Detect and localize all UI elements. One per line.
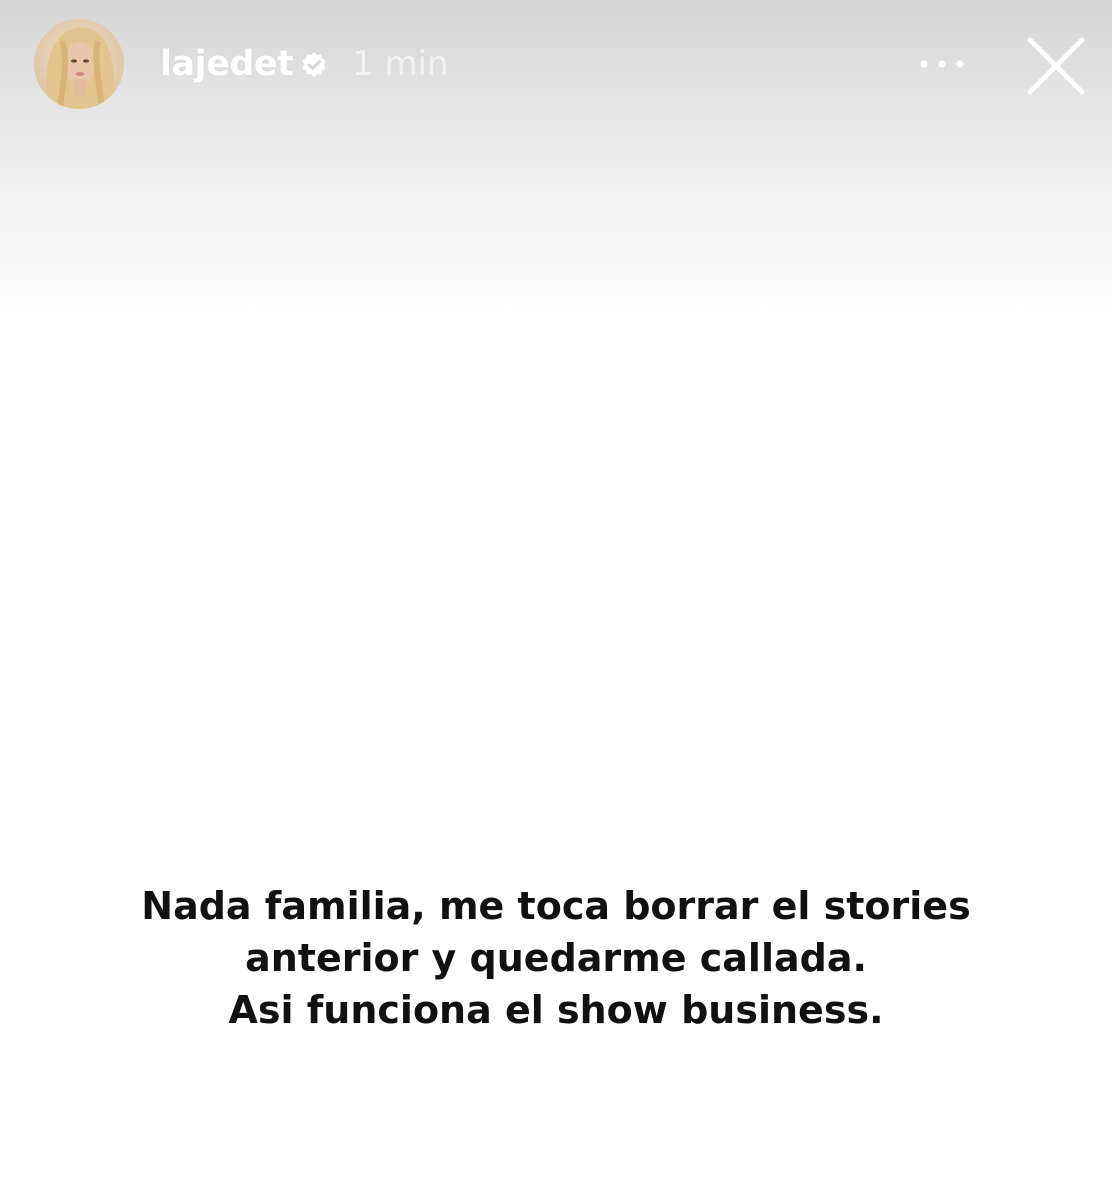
caption-line-1: Nada familia, me toca borrar el stories [141,884,971,928]
close-icon [1027,37,1085,95]
story-timestamp: 1 min [352,44,449,84]
story-viewer: lajedet 1 min Nada familia, me toca borr… [0,0,1112,1200]
more-options-button[interactable] [910,44,974,84]
username[interactable]: lajedet [160,40,294,88]
verified-badge-icon [302,52,326,77]
more-options-icon [920,60,964,68]
avatar[interactable] [34,19,124,109]
avatar-image [34,19,124,109]
caption-line-2: anterior y quedarme callada. [245,936,867,980]
story-header: lajedet 1 min [0,0,1112,130]
caption-line-3: Asi funciona el show business. [228,988,884,1032]
close-button[interactable] [1022,32,1090,100]
story-caption: Nada familia, me toca borrar el stories … [80,880,1032,1036]
